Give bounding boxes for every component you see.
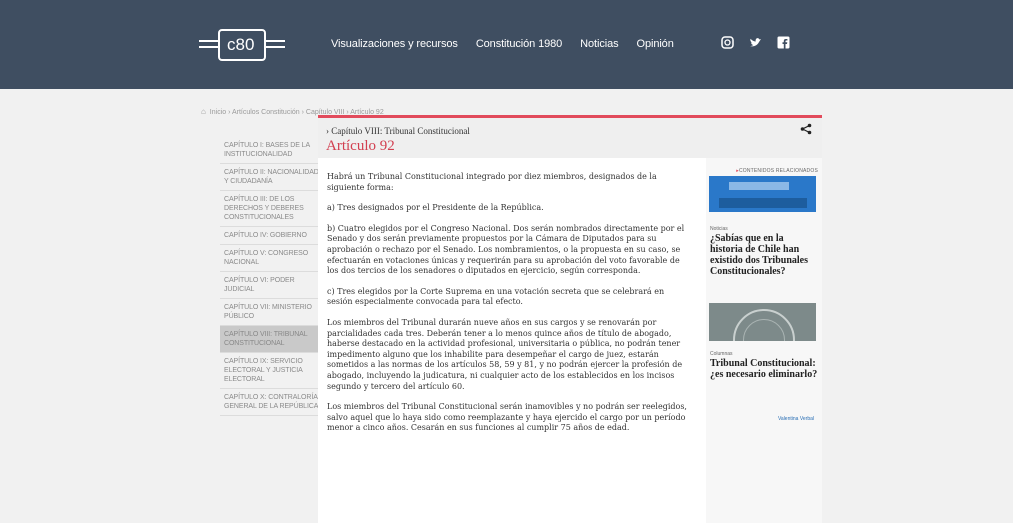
chapter-sidebar: CAPÍTULO I: BASES DE LA INSTITUCIONALIDA… xyxy=(220,137,323,416)
article-paragraph: b) Cuatro elegidos por el Congreso Nacio… xyxy=(327,223,685,276)
article-paragraph: a) Tres designados por el Presidente de … xyxy=(327,203,544,213)
related-title-1[interactable]: ¿Sabías que en la historia de Chile han … xyxy=(710,233,818,277)
sidebar-item-capitulo-4[interactable]: CAPÍTULO IV: GOBIERNO xyxy=(220,227,323,245)
related-thumbnail-1[interactable] xyxy=(709,176,816,212)
nav-noticias[interactable]: Noticias xyxy=(580,38,618,50)
facebook-icon[interactable] xyxy=(776,36,790,50)
share-icon[interactable] xyxy=(800,123,812,138)
sidebar-item-capitulo-6[interactable]: CAPÍTULO VI: PODER JUDICIAL xyxy=(220,272,323,299)
sidebar-item-capitulo-10[interactable]: CAPÍTULO X: CONTRALORÍA GENERAL DE LA RE… xyxy=(220,389,323,416)
article-title: Artículo 92 xyxy=(326,138,395,154)
sidebar-item-capitulo-3[interactable]: CAPÍTULO III: DE LOS DERECHOS Y DEBERES … xyxy=(220,191,323,227)
sidebar-item-capitulo-9[interactable]: CAPÍTULO IX: SERVICIO ELECTORAL Y JUSTIC… xyxy=(220,353,323,389)
top-navbar: c80 Visualizaciones y recursos Constituc… xyxy=(0,0,1013,89)
sidebar-item-capitulo-7[interactable]: CAPÍTULO VII: MINISTERIO PÚBLICO xyxy=(220,299,323,326)
sidebar-item-capitulo-1[interactable]: CAPÍTULO I: BASES DE LA INSTITUCIONALIDA… xyxy=(220,137,323,164)
site-logo[interactable]: c80 xyxy=(199,26,285,64)
related-title-2[interactable]: Tribunal Constitucional: ¿es necesario e… xyxy=(710,358,818,380)
logo-text: c80 xyxy=(227,35,255,54)
nav-visualizaciones[interactable]: Visualizaciones y recursos xyxy=(331,38,458,50)
article-paragraph: Habrá un Tribunal Constitucional integra… xyxy=(327,172,657,192)
instagram-icon[interactable] xyxy=(720,36,734,50)
twitter-icon[interactable] xyxy=(748,36,762,50)
main-nav: Visualizaciones y recursos Constitución … xyxy=(331,38,674,50)
article-body: Habrá un Tribunal Constitucional integra… xyxy=(318,158,706,523)
nav-opinion[interactable]: Opinión xyxy=(637,38,674,50)
chapter-link[interactable]: › Capítulo VIII: Tribunal Constitucional xyxy=(326,126,470,136)
sidebar-item-capitulo-5[interactable]: CAPÍTULO V: CONGRESO NACIONAL xyxy=(220,245,323,272)
related-heading: ▸CONTENIDOS RELACIONADOS xyxy=(736,168,818,174)
sidebar-item-capitulo-2[interactable]: CAPÍTULO II: NACIONALIDAD Y CIUDADANÍA xyxy=(220,164,323,191)
home-icon[interactable]: ⌂ xyxy=(201,107,206,116)
related-content: ▸CONTENIDOS RELACIONADOS Noticias ¿Sabía… xyxy=(706,158,822,523)
related-category-2: Columnas xyxy=(710,351,733,357)
related-category-1: Noticias xyxy=(710,226,728,232)
article-paragraph: Los miembros del Tribunal durarán nueve … xyxy=(327,317,683,391)
social-links xyxy=(720,36,790,50)
sidebar-item-capitulo-8[interactable]: CAPÍTULO VIII: TRIBUNAL CONSTITUCIONAL xyxy=(220,326,323,353)
article-header: › Capítulo VIII: Tribunal Constitucional… xyxy=(318,115,822,161)
article-paragraph: c) Tres elegidos por la Corte Suprema en… xyxy=(327,286,665,307)
article-paragraph: Los miembros del Tribunal Constitucional… xyxy=(327,402,687,433)
related-author[interactable]: Valentina Verbal xyxy=(778,416,814,422)
nav-constitucion-1980[interactable]: Constitución 1980 xyxy=(476,38,562,50)
related-thumbnail-2[interactable] xyxy=(709,303,816,341)
